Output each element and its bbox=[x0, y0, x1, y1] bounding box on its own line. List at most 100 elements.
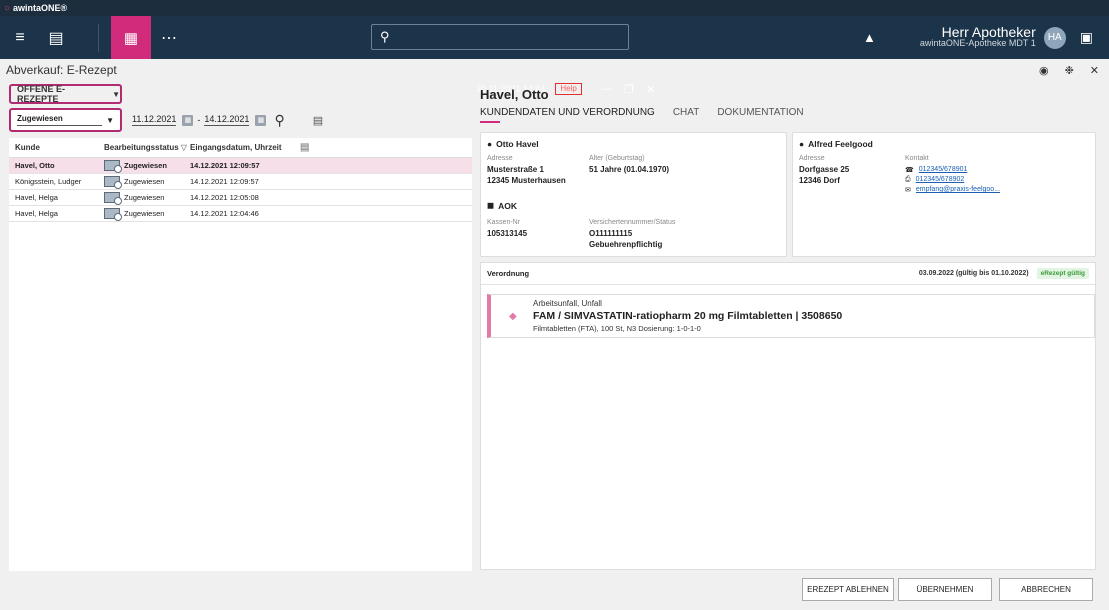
view-dropdown[interactable]: OFFENE E-REZEPTE ▼ bbox=[9, 84, 122, 104]
insurance-icon: ◼ bbox=[487, 200, 495, 210]
detail-panel: Havel, Otto KUNDENDATEN UND VERORDNUNG C… bbox=[476, 81, 1109, 571]
tab-dokumentation[interactable]: DOKUMENTATION bbox=[717, 107, 803, 118]
user-info[interactable]: Herr Apotheker awintaONE-Apotheke MDT 1 bbox=[919, 23, 1036, 49]
kassen-nr: 105313145 bbox=[487, 229, 528, 238]
vers-label: Versichertennummer/Status bbox=[589, 219, 676, 226]
erezept-list-panel: OFFENE E-REZEPTE ▼ Zugewiesen ▼ 11.12.20… bbox=[0, 81, 474, 610]
doctor-icon: ● bbox=[799, 139, 805, 149]
comment-column-icon: ▤ bbox=[300, 142, 310, 153]
row-datum: 14.12.2021 12:09:57 bbox=[190, 161, 260, 170]
global-search-input[interactable]: ⚲ bbox=[371, 24, 629, 50]
table-row[interactable]: Havel, Otto Zugewiesen 14.12.2021 12:09:… bbox=[9, 158, 472, 174]
phone-icon: ☎ bbox=[905, 166, 914, 174]
doctor-email[interactable]: empfang@praxis-feelgoo... bbox=[916, 185, 1000, 194]
footer-bar: EREZEPT ABLEHNEN ÜBERNEHMEN ABBRECHEN bbox=[0, 571, 1109, 610]
title-bar: ○ awintaONE® 30.11.2021 14:44 Help — ❐ ✕ bbox=[0, 0, 1109, 96]
user-name: Herr Apotheker bbox=[941, 23, 1036, 40]
active-tab-indicator bbox=[480, 121, 500, 123]
column-header-status[interactable]: Bearbeitungsstatus ▽ bbox=[104, 143, 190, 152]
user-pharmacy: awintaONE-Apotheke MDT 1 bbox=[919, 37, 1036, 48]
main-toolbar: ≡ ▤ ▦ ⋯ ⚲ ▲ Herr Apotheker awintaONE-Apo… bbox=[0, 16, 1109, 59]
age-label: Alter (Geburtstag) bbox=[589, 155, 645, 162]
notification-icon[interactable]: ▲ bbox=[863, 30, 876, 45]
table-row[interactable]: Havel, Helga Zugewiesen 14.12.2021 12:04… bbox=[9, 206, 472, 222]
lock-screen-icon[interactable]: ▣ bbox=[1080, 29, 1093, 46]
doctor-city: 12346 Dorf bbox=[799, 176, 840, 185]
row-status: Zugewiesen bbox=[124, 177, 165, 186]
email-icon: ✉ bbox=[905, 186, 911, 194]
prescription-reason: Arbeitsunfall, Unfall bbox=[533, 299, 602, 308]
column-header-kunde[interactable]: Kunde bbox=[9, 143, 104, 152]
column-header-datum[interactable]: Eingangsdatum, Uhrzeit bbox=[190, 143, 300, 152]
verordnung-validity: 03.09.2022 (gültig bis 01.10.2022) bbox=[918, 270, 1029, 277]
row-kunde: Königsstein, Ludger bbox=[15, 177, 82, 186]
calendar-icon[interactable]: ▦ bbox=[255, 114, 267, 126]
lock-icon[interactable]: ◉ bbox=[1039, 64, 1049, 77]
status-filter-select[interactable]: Zugewiesen ▼ bbox=[9, 108, 122, 132]
calendar-icon[interactable]: ▦ bbox=[182, 114, 194, 126]
prescription-status-icon bbox=[104, 192, 122, 205]
status-filter-value: Zugewiesen bbox=[17, 114, 103, 126]
cancel-button[interactable]: ABBRECHEN bbox=[999, 578, 1093, 601]
tab-chat[interactable]: CHAT bbox=[673, 107, 699, 118]
tab-kundendaten[interactable]: KUNDENDATEN UND VERORDNUNG bbox=[480, 107, 655, 118]
logo-icon: ○ bbox=[4, 2, 11, 14]
row-datum: 14.12.2021 12:05:08 bbox=[190, 193, 259, 202]
close-icon[interactable]: ✕ bbox=[1090, 64, 1099, 77]
prescription-drug: FAM / SIMVASTATIN-ratiopharm 20 mg Filmt… bbox=[533, 310, 843, 322]
toolbar-divider bbox=[98, 23, 99, 52]
patient-age: 51 Jahre (01.04.1970) bbox=[589, 165, 670, 174]
address-label: Adresse bbox=[487, 155, 513, 162]
verordnung-label: Verordnung bbox=[487, 269, 530, 278]
column-header-status-label: Bearbeitungsstatus bbox=[104, 143, 179, 152]
date-separator: - bbox=[197, 115, 201, 125]
more-icon[interactable]: ⋯ bbox=[151, 16, 187, 59]
patient-card-name: Otto Havel bbox=[496, 139, 539, 149]
sales-module-icon[interactable]: ▦ bbox=[111, 16, 151, 59]
comment-icon[interactable]: ▤ bbox=[313, 114, 323, 127]
row-datum: 14.12.2021 12:09:57 bbox=[190, 177, 259, 186]
row-status: Zugewiesen bbox=[124, 193, 165, 202]
page-title: Abverkauf: E-Rezept bbox=[6, 63, 117, 77]
doctor-address-label: Adresse bbox=[799, 155, 825, 162]
chat-toolbar-icon[interactable]: ▤ bbox=[38, 16, 74, 59]
patient-card: ● Otto Havel Adresse Musterstraße 1 1234… bbox=[480, 132, 787, 257]
contact-label: Kontakt bbox=[905, 155, 929, 162]
app-logo: ○ awintaONE® bbox=[0, 3, 67, 14]
vers-nr: O111111115 bbox=[589, 229, 633, 238]
settings-icon[interactable]: ❉ bbox=[1065, 64, 1074, 77]
row-kunde: Havel, Otto bbox=[15, 161, 55, 170]
doctor-phone[interactable]: 012345/678901 bbox=[919, 165, 968, 174]
filter-icon[interactable]: ▽ bbox=[181, 143, 187, 152]
menu-icon[interactable]: ≡ bbox=[2, 16, 38, 59]
row-kunde: Havel, Helga bbox=[15, 193, 58, 202]
accept-button[interactable]: ÜBERNEHMEN bbox=[898, 578, 992, 601]
reject-erezept-button[interactable]: EREZEPT ABLEHNEN bbox=[802, 578, 894, 601]
prescription-status-icon bbox=[104, 176, 122, 189]
chevron-down-icon: ▼ bbox=[106, 115, 114, 125]
person-icon: ● bbox=[487, 139, 493, 149]
doctor-street: Dorfgasse 25 bbox=[799, 165, 850, 174]
prescription-status-icon bbox=[104, 208, 122, 221]
doctor-card: ● Alfred Feelgood Adresse Dorfgasse 25 1… bbox=[792, 132, 1096, 257]
patient-city: 12345 Musterhausen bbox=[487, 176, 566, 185]
chevron-down-icon: ▼ bbox=[112, 89, 120, 99]
prescription-item[interactable]: ◆ Arbeitsunfall, Unfall FAM / SIMVASTATI… bbox=[487, 294, 1095, 338]
search-icon[interactable]: ⚲ bbox=[274, 112, 284, 129]
prescription-status-icon bbox=[104, 160, 122, 173]
table-row[interactable]: Havel, Helga Zugewiesen 14.12.2021 12:05… bbox=[9, 190, 472, 206]
status-badge: eRezept gültig bbox=[1036, 268, 1089, 279]
date-from-field[interactable]: 11.12.2021 bbox=[132, 114, 177, 126]
row-status: Zugewiesen bbox=[124, 209, 165, 218]
detail-tabs: KUNDENDATEN UND VERORDNUNG CHAT DOKUMENT… bbox=[480, 107, 804, 118]
avatar[interactable]: HA bbox=[1043, 26, 1066, 49]
view-dropdown-label: OFFENE E-REZEPTE bbox=[17, 84, 66, 104]
date-to-field[interactable]: 14.12.2021 bbox=[204, 114, 250, 126]
medication-icon: ◆ bbox=[509, 311, 517, 322]
page-header: Abverkauf: E-Rezept ◉ ❉ ✕ bbox=[0, 59, 1109, 81]
row-kunde: Havel, Helga bbox=[15, 209, 58, 218]
doctor-name: Alfred Feelgood bbox=[808, 139, 873, 149]
table-row[interactable]: Königsstein, Ludger Zugewiesen 14.12.202… bbox=[9, 174, 472, 190]
patient-street: Musterstraße 1 bbox=[487, 165, 544, 174]
doctor-fax[interactable]: 012345/678902 bbox=[916, 175, 965, 184]
